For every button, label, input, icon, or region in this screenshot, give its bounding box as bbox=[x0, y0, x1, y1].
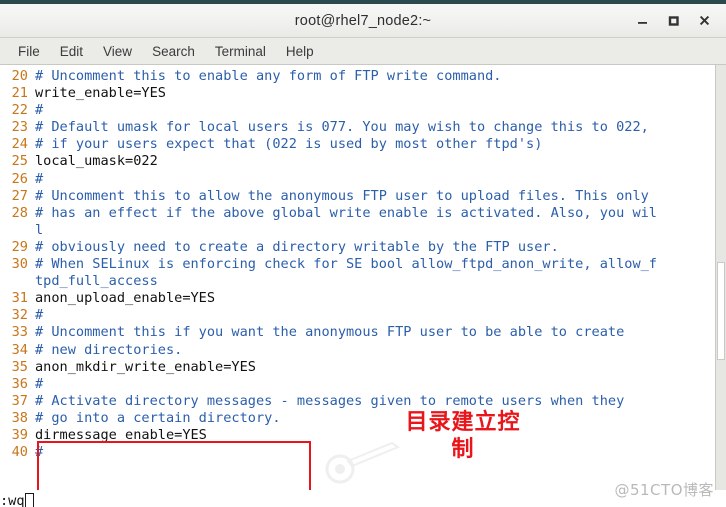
line-content: write_enable=YES bbox=[35, 85, 166, 102]
line-content: anon_mkdir_write_enable=YES bbox=[35, 358, 256, 375]
line-number: 25 bbox=[11, 153, 28, 170]
terminal-window: root@rhel7_node2:~ File Edit View Search… bbox=[0, 0, 726, 507]
editor-line: 38 # go into a certain directory. bbox=[0, 410, 715, 427]
line-number: 38 bbox=[11, 409, 28, 426]
text-cursor bbox=[24, 493, 34, 507]
line-number: 39 bbox=[11, 426, 28, 443]
line-content: # has an effect if the above global writ… bbox=[35, 204, 657, 221]
line-content: anon_upload_enable=YES bbox=[35, 290, 216, 307]
line-number: 27 bbox=[11, 187, 28, 204]
line-number: 40 bbox=[11, 444, 28, 461]
line-content: tpd_full_access bbox=[35, 273, 158, 290]
line-number: 22 bbox=[11, 102, 28, 119]
close-icon[interactable] bbox=[697, 13, 712, 28]
menu-item-search[interactable]: Search bbox=[143, 42, 204, 61]
line-number: 24 bbox=[11, 136, 28, 153]
line-content: dirmessage_enable=YES bbox=[35, 426, 207, 443]
editor-line: 23 # Default umask for local users is 077… bbox=[0, 119, 715, 136]
editor-line: 28 # has an effect if the above global wr… bbox=[0, 205, 715, 222]
line-number: 28 bbox=[11, 204, 28, 221]
minimize-icon[interactable] bbox=[635, 13, 650, 28]
maximize-icon[interactable] bbox=[666, 13, 681, 28]
editor-line: tpd_full_access bbox=[0, 273, 715, 290]
vim-editor-text[interactable]: 20 # Uncomment this to enable any form of… bbox=[0, 65, 715, 507]
menu-item-view[interactable]: View bbox=[94, 42, 141, 61]
editor-line: l bbox=[0, 222, 715, 239]
menu-bar: File Edit View Search Terminal Help bbox=[0, 38, 726, 65]
editor-line: 29 # obviously need to create a directory… bbox=[0, 239, 715, 256]
line-content: local_umask=022 bbox=[35, 153, 158, 170]
vim-command-line[interactable]: :wq bbox=[0, 490, 726, 507]
line-number: 29 bbox=[11, 238, 28, 255]
editor-line: 33 # Uncomment this if you want the anony… bbox=[0, 324, 715, 341]
menu-item-help[interactable]: Help bbox=[277, 42, 323, 61]
line-content: # go into a certain directory. bbox=[35, 409, 281, 426]
editor-line: 40 # bbox=[0, 444, 715, 461]
line-content: # Uncomment this to enable any form of F… bbox=[35, 68, 502, 84]
vim-command-text: :wq bbox=[0, 493, 25, 507]
editor-line: 36 # bbox=[0, 376, 715, 393]
editor-line: 30 # When SELinux is enforcing check for … bbox=[0, 256, 715, 273]
menu-item-terminal[interactable]: Terminal bbox=[206, 42, 275, 61]
line-content: # bbox=[35, 444, 44, 461]
line-content: # Default umask for local users is 077. … bbox=[35, 119, 649, 136]
editor-line: 35 anon_mkdir_write_enable=YES bbox=[0, 359, 715, 376]
line-content: # if your users expect that (022 is used… bbox=[35, 136, 543, 153]
line-number: 37 bbox=[11, 392, 28, 409]
editor-line: 22 # bbox=[0, 102, 715, 119]
line-content: # bbox=[35, 307, 44, 324]
line-content: # When SELinux is enforcing check for SE… bbox=[35, 256, 657, 273]
editor-line: 26 # bbox=[0, 171, 715, 188]
line-number: 34 bbox=[11, 341, 28, 358]
editor-line: 32 # bbox=[0, 307, 715, 324]
editor-line: 25 local_umask=022 bbox=[0, 153, 715, 170]
line-content: l bbox=[35, 221, 44, 238]
line-number: 35 bbox=[11, 358, 28, 375]
menu-item-file[interactable]: File bbox=[9, 42, 49, 61]
editor-line: 27 # Uncomment this to allow the anonymou… bbox=[0, 188, 715, 205]
line-content: # Uncomment this to allow the anonymous … bbox=[35, 187, 649, 204]
line-number: 30 bbox=[11, 256, 28, 273]
line-number: 31 bbox=[11, 290, 28, 307]
line-number: 26 bbox=[11, 170, 28, 187]
line-content: # bbox=[35, 170, 44, 187]
scrollbar-thumb[interactable] bbox=[717, 261, 725, 360]
editor-line: 21 write_enable=YES bbox=[0, 85, 715, 102]
editor-line: 37 # Activate directory messages - messag… bbox=[0, 393, 715, 410]
editor-line: 24 # if your users expect that (022 is us… bbox=[0, 136, 715, 153]
editor-line: 34 # new directories. bbox=[0, 342, 715, 359]
editor-line: 39 dirmessage_enable=YES bbox=[0, 427, 715, 444]
line-number: 33 bbox=[11, 324, 28, 341]
line-number: 20 bbox=[11, 68, 28, 84]
window-controls bbox=[635, 4, 720, 37]
line-content: # Activate directory messages - messages… bbox=[35, 392, 625, 409]
editor-line: 20 # Uncomment this to enable any form of… bbox=[0, 68, 715, 85]
menu-item-edit[interactable]: Edit bbox=[51, 42, 92, 61]
vertical-scrollbar[interactable] bbox=[715, 65, 726, 507]
line-content: # bbox=[35, 102, 44, 119]
window-title: root@rhel7_node2:~ bbox=[294, 12, 432, 29]
terminal-body: 20 # Uncomment this to enable any form of… bbox=[0, 65, 726, 507]
line-content: # obviously need to create a directory w… bbox=[35, 238, 559, 255]
line-content: # new directories. bbox=[35, 341, 183, 358]
title-bar[interactable]: root@rhel7_node2:~ bbox=[0, 4, 726, 38]
line-number: 36 bbox=[11, 375, 28, 392]
editor-line: 31 anon_upload_enable=YES bbox=[0, 290, 715, 307]
line-content: # bbox=[35, 375, 44, 392]
line-content: # Uncomment this if you want the anonymo… bbox=[35, 324, 625, 341]
line-number: 21 bbox=[11, 85, 28, 102]
line-number: 32 bbox=[11, 307, 28, 324]
line-number: 23 bbox=[11, 119, 28, 136]
